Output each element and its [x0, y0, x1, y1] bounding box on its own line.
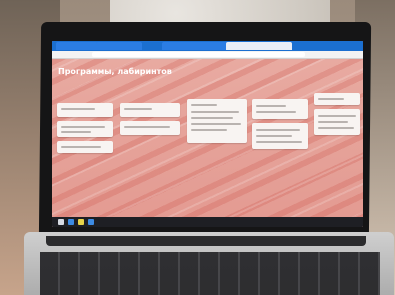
card-text-line [191, 111, 239, 113]
card-text-line [318, 98, 344, 100]
browser-tab[interactable] [162, 42, 230, 50]
card-text-line [61, 131, 91, 133]
board-card[interactable] [252, 123, 308, 149]
card-text-line [256, 105, 286, 107]
card-text-line [191, 129, 227, 131]
browser-tab-strip [52, 41, 363, 51]
card-text-line [256, 129, 300, 131]
board-header: Программы, лабиринтов [58, 65, 258, 91]
board-card[interactable] [314, 109, 360, 135]
laptop-keyboard [40, 252, 380, 295]
card-text-line [191, 123, 241, 125]
browser-tab[interactable] [56, 42, 98, 50]
laptop-screen: Программы, лабиринтов [52, 41, 363, 227]
browser-tab-active[interactable] [226, 42, 292, 50]
laptop-hinge [46, 236, 366, 246]
card-text-line [256, 141, 302, 143]
page-title: Программы, лабиринтов [58, 67, 172, 76]
card-text-line [256, 135, 292, 137]
card-text-line [318, 121, 348, 123]
board-card[interactable] [120, 121, 180, 135]
board-card[interactable] [120, 103, 180, 117]
folder-icon[interactable] [78, 219, 84, 225]
start-icon[interactable] [58, 219, 64, 225]
padlet-board: Программы, лабиринтов [52, 59, 363, 227]
card-text-line [191, 117, 233, 119]
card-text-line [318, 115, 356, 117]
board-card[interactable] [57, 141, 113, 153]
card-text-line [256, 111, 296, 113]
search-icon[interactable] [68, 219, 74, 225]
board-card[interactable] [187, 99, 247, 143]
board-card[interactable] [57, 103, 113, 117]
card-text-line [61, 146, 101, 148]
card-text-line [61, 108, 95, 110]
board-card[interactable] [252, 99, 308, 119]
card-text-line [124, 126, 170, 128]
photo-scene: Программы, лабиринтов [0, 0, 395, 295]
address-bar [52, 51, 363, 59]
card-text-line [318, 127, 354, 129]
card-text-line [61, 126, 105, 128]
browser-tab[interactable] [96, 42, 142, 50]
card-text-line [191, 104, 217, 106]
taskbar [52, 217, 363, 227]
browser-icon[interactable] [88, 219, 94, 225]
card-text-line [124, 108, 152, 110]
url-field[interactable] [92, 52, 305, 57]
board-card[interactable] [314, 93, 360, 105]
background-fabric [110, 0, 330, 22]
board-card[interactable] [57, 121, 113, 137]
